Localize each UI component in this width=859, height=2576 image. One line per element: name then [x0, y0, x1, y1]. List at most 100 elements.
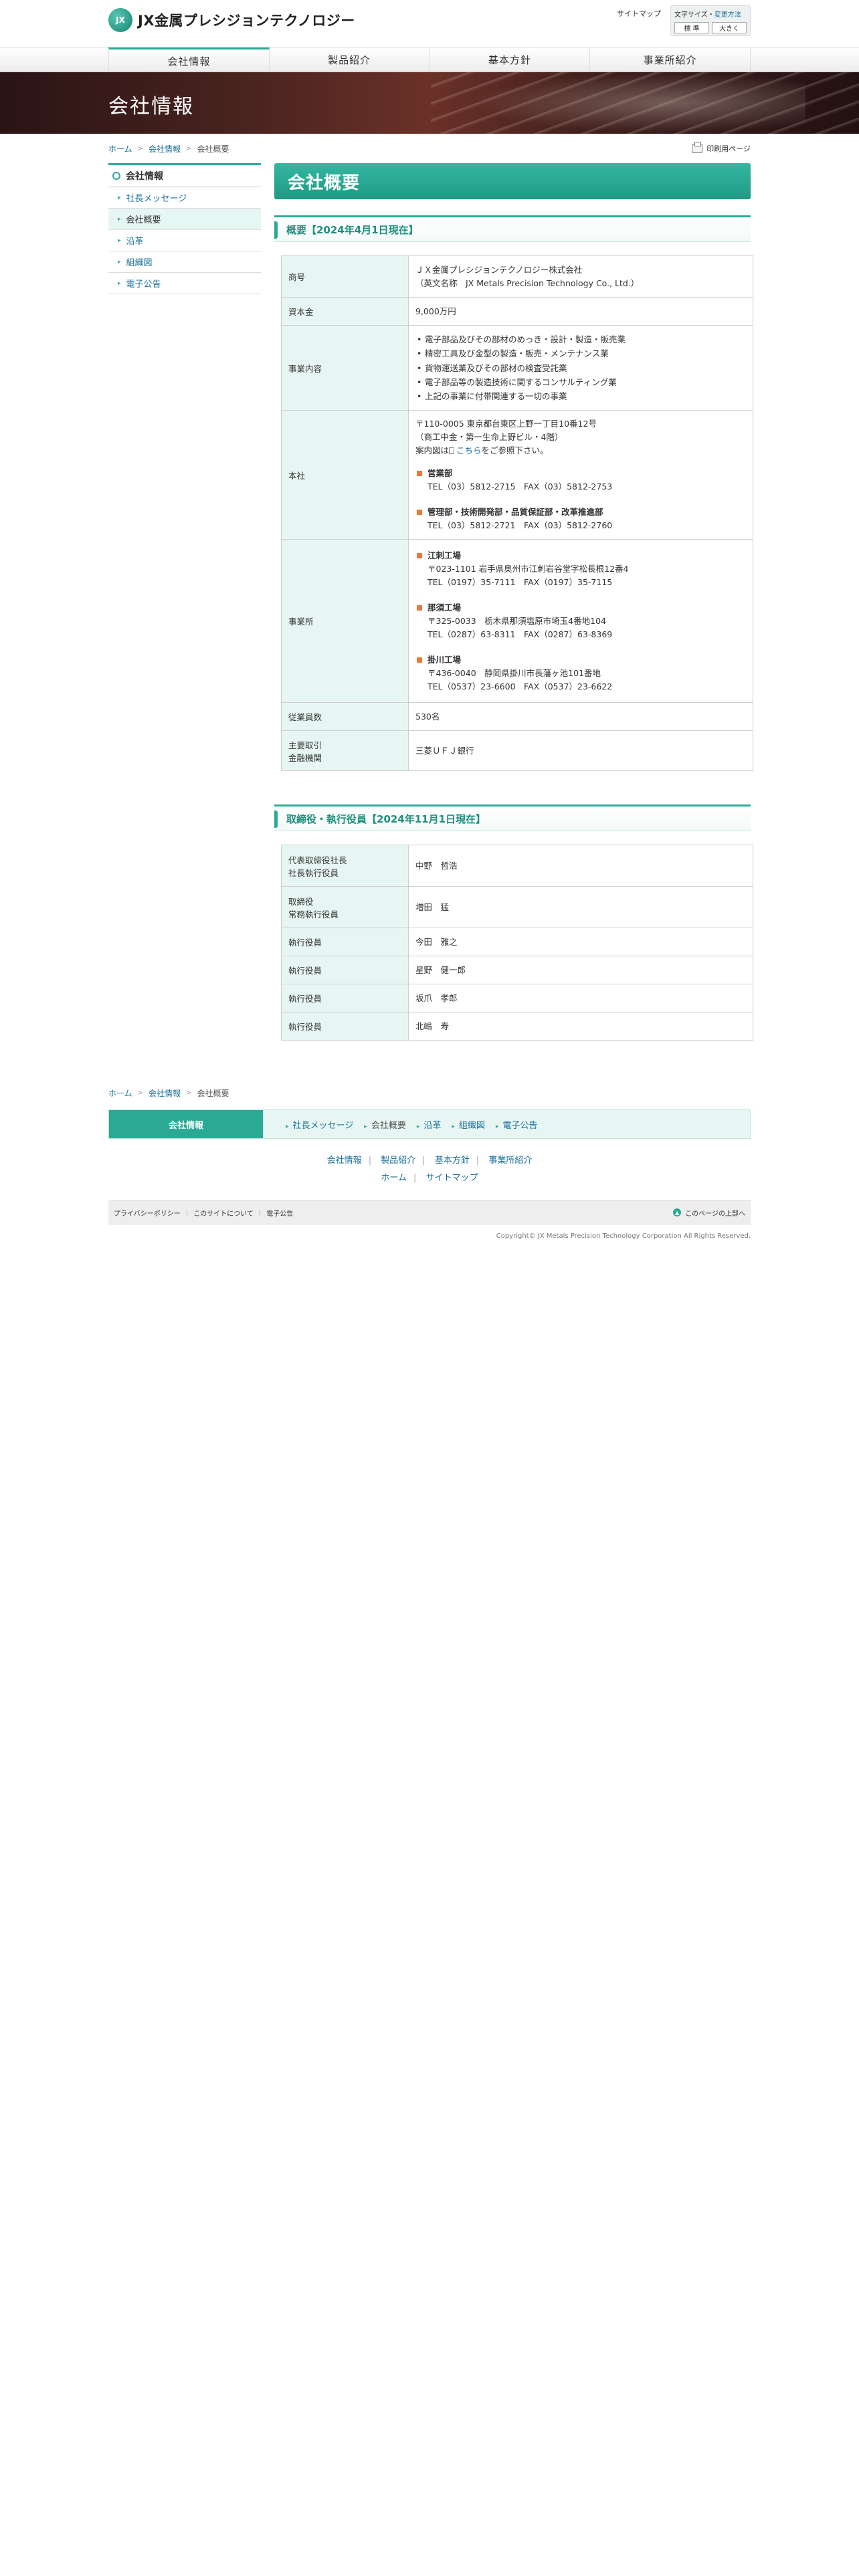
breadcrumb-company[interactable]: 会社情報: [149, 1087, 181, 1099]
officer-name: 坂爪 孝郎: [408, 984, 753, 1013]
breadcrumb-company[interactable]: 会社情報: [149, 143, 181, 154]
gnav-company[interactable]: 会社情報: [108, 47, 270, 72]
row-label: 従業員数: [281, 702, 409, 732]
plant-tel: TEL（0537）23-6600 FAX（0537）23-6622: [427, 681, 613, 691]
footer-local-link[interactable]: 組織図: [459, 1121, 485, 1131]
table-row: 執行役員 星野 健一郎: [281, 956, 753, 985]
chevron-right-icon: >: [137, 144, 144, 152]
sidebar-item-label[interactable]: 沿革: [126, 234, 144, 247]
font-size-large-button[interactable]: 大きく: [712, 22, 747, 33]
hq-map-note: 案内図は こちらをご参照下さい。: [415, 445, 549, 456]
list-item: 電子部品等の製造技術に関するコンサルティング業: [415, 375, 746, 390]
footer-link-policy[interactable]: 基本方針: [435, 1156, 470, 1166]
footer-link-sitemap[interactable]: サイトマップ: [426, 1173, 478, 1183]
office-entry: 営業部 TEL（03）5812-2715 FAX（03）5812-2753: [415, 467, 746, 494]
sidebar-item-history[interactable]: ▸ 沿革: [108, 230, 261, 251]
officer-role: 代表取締役社長 社長執行役員: [281, 845, 409, 887]
plant-address: 〒325-0033 栃木県那須塩原市埼玉4番地104: [427, 615, 606, 626]
overview-heading: 概要【2024年4月1日現在】: [274, 215, 751, 242]
footer-local-link[interactable]: 会社概要: [371, 1121, 406, 1131]
sidebar-item-e-notice[interactable]: ▸ 電子公告: [108, 273, 261, 294]
sidebar-item-overview[interactable]: ▸ 会社概要: [108, 209, 261, 230]
sidebar-item-label[interactable]: 社長メッセージ: [126, 191, 187, 204]
e-notice-link[interactable]: 電子公告: [266, 1208, 293, 1218]
plant-name: 那須工場: [427, 602, 462, 613]
office-tel: TEL（03）5812-2715 FAX（03）5812-2753: [427, 481, 613, 492]
arrow-right-icon: ▸: [118, 215, 121, 223]
plant-address: 〒436-0040 静岡県掛川市長藩ヶ池101番地: [427, 667, 601, 678]
footer-local-link[interactable]: 沿革: [423, 1121, 441, 1131]
gnav-policy[interactable]: 基本方針: [430, 47, 591, 72]
table-row: 執行役員 坂爪 孝郎: [281, 984, 753, 1013]
sidebar-item-organization[interactable]: ▸ 組織図: [108, 251, 261, 273]
breadcrumb: ホーム > 会社情報 > 会社概要: [108, 143, 229, 154]
sidebar-item-label[interactable]: 組織図: [126, 255, 153, 268]
footer-link-products[interactable]: 製品紹介: [381, 1156, 415, 1166]
footer-local-heading[interactable]: 会社情報: [109, 1110, 263, 1139]
document-icon: [449, 447, 455, 455]
arrow-right-icon: ▸: [416, 1123, 420, 1130]
table-row: 資本金 9,000万円: [281, 297, 753, 326]
copyright: Copyright© JX Metals Precision Technolog…: [496, 1232, 751, 1241]
business-list: 電子部品及びその部材のめっき・設計・製造・販売業 精密工具及び金型の製造・販売・…: [415, 332, 746, 404]
officer-role: 執行役員: [281, 928, 409, 957]
breadcrumb-home[interactable]: ホーム: [108, 143, 132, 154]
breadcrumb-home[interactable]: ホーム: [108, 1087, 132, 1099]
chevron-right-icon: >: [137, 1089, 144, 1097]
arrow-right-icon: ▸: [118, 194, 121, 201]
row-value: 530名: [408, 702, 753, 732]
arrow-right-icon: ▸: [286, 1123, 289, 1130]
table-row: 代表取締役社長 社長執行役員 中野 哲浩: [281, 845, 753, 887]
hero-banner: 会社情報: [0, 72, 859, 134]
office-tel: TEL（03）5812-2721 FAX（03）5812-2760: [427, 520, 613, 531]
list-item: 貨物運送業及びその部材の検査受託業: [415, 361, 746, 376]
header-sitemap-link[interactable]: サイトマップ: [617, 8, 661, 19]
print-label: 印刷用ページ: [706, 144, 751, 153]
company-name: ＪＸ金属プレシジョンテクノロジー株式会社: [415, 264, 583, 275]
row-label: 商号: [281, 255, 409, 298]
sidebar-item-message[interactable]: ▸ 社長メッセージ: [108, 187, 261, 209]
font-size-help-link[interactable]: 変更方法: [714, 11, 741, 19]
font-size-label: 文字サイズ・変更方法: [674, 11, 741, 19]
table-row: 事業所 江刺工場 〒023-1101 岩手県奥州市江刺岩谷堂字松長根12番4 T…: [281, 539, 753, 704]
font-size-normal-button[interactable]: 標 準: [674, 22, 709, 33]
page-top-link[interactable]: ▲ このページの上部へ: [673, 1208, 745, 1218]
gnav-products[interactable]: 製品紹介: [270, 47, 430, 72]
plant-entry: 那須工場 〒325-0033 栃木県那須塩原市埼玉4番地104 TEL（0287…: [415, 601, 746, 641]
sidebar-heading: 会社情報: [108, 163, 261, 187]
office-name: 営業部: [427, 468, 453, 479]
sidebar: 会社情報 ▸ 社長メッセージ ▸ 会社概要 ▸ 沿革 ▸ 組織図 ▸ 電子公告: [108, 163, 261, 1041]
footer-breadcrumb: ホーム > 会社情報 > 会社概要: [108, 1087, 751, 1099]
map-link[interactable]: こちら: [456, 445, 482, 455]
officer-role: 執行役員: [281, 1012, 409, 1041]
table-row: 取締役 常務執行役員 増田 猛: [281, 886, 753, 929]
officer-name: 北嶋 寿: [408, 1012, 753, 1041]
footer-link-company[interactable]: 会社情報: [327, 1156, 362, 1166]
main-content: 会社概要 概要【2024年4月1日現在】 商号 ＪＸ金属プレシジョンテクノロジー…: [274, 163, 753, 1041]
content-area: 会社情報 ▸ 社長メッセージ ▸ 会社概要 ▸ 沿革 ▸ 組織図 ▸ 電子公告 会社概要 …: [108, 163, 753, 1041]
print-page-link[interactable]: 印刷用ページ: [692, 142, 751, 154]
gnav-offices[interactable]: 事業所紹介: [590, 47, 751, 72]
row-label: 本社: [281, 410, 409, 540]
footer-local-link[interactable]: 社長メッセージ: [293, 1121, 354, 1131]
footer-link-offices[interactable]: 事業所紹介: [488, 1156, 532, 1166]
page-top-label: このページの上部へ: [685, 1210, 745, 1218]
footer-local-link[interactable]: 電子公告: [502, 1121, 537, 1131]
site-logo[interactable]: JX JX金属プレシジョンテクノロジー: [108, 8, 355, 32]
officer-name: 増田 猛: [408, 886, 753, 929]
footer-sitelinks: 会社情報 | 製品紹介 | 基本方針 | 事業所紹介 ホーム | サイトマップ: [326, 1156, 533, 1184]
row-label: 資本金: [281, 297, 409, 326]
office-name: 管理部・技術開発部・品質保証部・改革推進部: [427, 507, 603, 518]
table-row: 執行役員 今田 雅之: [281, 928, 753, 957]
sidebar-item-label[interactable]: 電子公告: [126, 277, 161, 290]
sidebar-item-label[interactable]: 会社概要: [126, 213, 161, 225]
row-value: 〒110-0005 東京都台東区上野一丁目10番12号 （商工中金・第一生命上野…: [408, 410, 753, 540]
table-row: 本社 〒110-0005 東京都台東区上野一丁目10番12号 （商工中金・第一生…: [281, 410, 753, 540]
about-site-link[interactable]: このサイトについて: [193, 1208, 254, 1218]
privacy-policy-link[interactable]: プライバシーポリシー: [114, 1208, 181, 1218]
footer: ホーム > 会社情報 > 会社概要 会社情報 ▸ 社長メッセージ ▸ 会社概要 ▸ 沿…: [108, 1087, 751, 1240]
footer-link-home[interactable]: ホーム: [381, 1173, 407, 1183]
arrow-right-icon: ▸: [452, 1123, 455, 1130]
footer-local-links: ▸ 社長メッセージ ▸ 会社概要 ▸ 沿革 ▸ 組織図 ▸ 電子公告: [263, 1110, 537, 1138]
hq-building: （商工中金・第一生命上野ビル・4階）: [415, 432, 563, 443]
